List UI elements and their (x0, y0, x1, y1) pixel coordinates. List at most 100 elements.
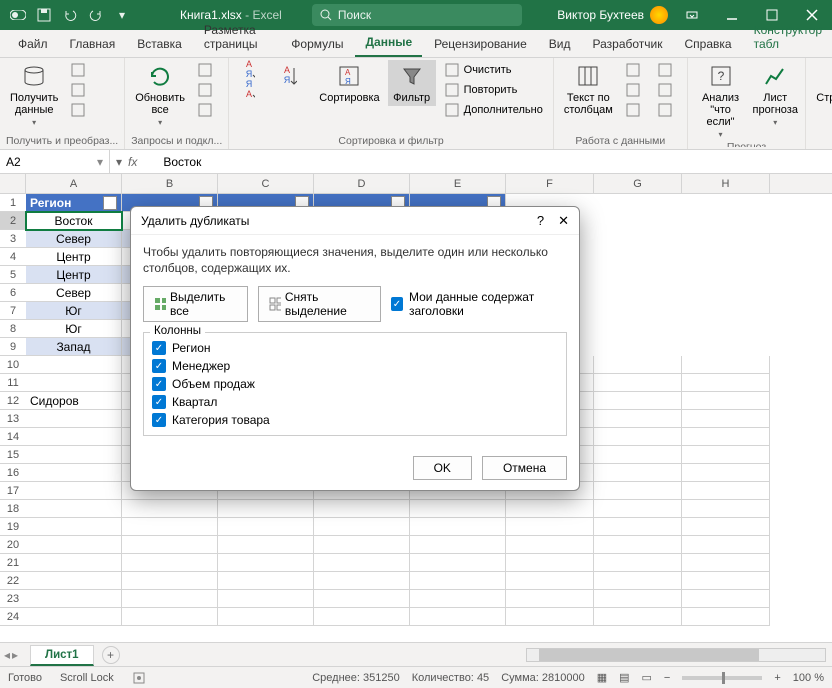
ribbon-small-btn[interactable] (653, 80, 681, 100)
cell[interactable]: Сидоров (26, 392, 122, 410)
column-checkbox-row[interactable]: ✓Категория товара (152, 411, 558, 429)
fx-dropdown-icon[interactable]: ▾ (116, 155, 122, 169)
tab-вставка[interactable]: Вставка (127, 31, 192, 57)
row-header[interactable]: 4 (0, 248, 26, 266)
cell[interactable] (26, 482, 122, 500)
redo-icon[interactable] (84, 3, 108, 27)
cell[interactable] (122, 518, 218, 536)
undo-icon[interactable] (58, 3, 82, 27)
cell[interactable] (594, 392, 682, 410)
cell[interactable] (314, 590, 410, 608)
column-header[interactable]: D (314, 174, 410, 193)
row-header[interactable]: 5 (0, 266, 26, 284)
row-header[interactable]: 7 (0, 302, 26, 320)
add-sheet-button[interactable]: + (102, 646, 120, 664)
ribbon-btn[interactable]: Фильтр (388, 60, 436, 106)
filter-dropdown-icon[interactable]: ▾ (103, 196, 117, 210)
view-pagelayout-icon[interactable]: ▤ (619, 671, 629, 684)
search-box[interactable]: Поиск (312, 4, 522, 26)
column-header[interactable]: A (26, 174, 122, 193)
cell[interactable] (218, 608, 314, 626)
ribbon-btn[interactable]: АЯСортировка (315, 60, 383, 106)
cell[interactable] (682, 554, 770, 572)
cell[interactable] (506, 608, 594, 626)
column-header[interactable]: E (410, 174, 506, 193)
cell[interactable] (26, 500, 122, 518)
cell[interactable] (594, 374, 682, 392)
ribbon-btn[interactable]: ?Анализ "чтоесли"▾ (694, 60, 747, 141)
cell[interactable] (594, 500, 682, 518)
column-header[interactable]: F (506, 174, 594, 193)
cell[interactable] (26, 446, 122, 464)
cell[interactable] (594, 536, 682, 554)
cell[interactable] (410, 590, 506, 608)
ribbon-small-btn[interactable]: Повторить (440, 80, 547, 100)
cell[interactable] (218, 500, 314, 518)
cell[interactable] (410, 518, 506, 536)
cell[interactable] (122, 572, 218, 590)
row-header[interactable]: 20 (0, 536, 26, 554)
cell[interactable] (682, 482, 770, 500)
autosave-toggle[interactable] (6, 3, 30, 27)
tab-данные[interactable]: Данные (355, 29, 422, 57)
cell[interactable] (218, 572, 314, 590)
ribbon-small-btn[interactable] (653, 100, 681, 120)
cell[interactable] (314, 518, 410, 536)
row-header[interactable]: 15 (0, 446, 26, 464)
cell[interactable] (26, 374, 122, 392)
cell[interactable] (122, 608, 218, 626)
cell[interactable] (410, 608, 506, 626)
cell[interactable] (314, 554, 410, 572)
column-checkbox-row[interactable]: ✓Регион (152, 339, 558, 357)
tab-вид[interactable]: Вид (539, 31, 581, 57)
view-pagebreak-icon[interactable]: ▭ (642, 671, 652, 684)
cell[interactable] (506, 500, 594, 518)
row-header[interactable]: 8 (0, 320, 26, 338)
cell[interactable] (122, 590, 218, 608)
row-header[interactable]: 18 (0, 500, 26, 518)
column-header[interactable]: H (682, 174, 770, 193)
cell[interactable] (682, 392, 770, 410)
cell[interactable] (594, 428, 682, 446)
cell[interactable] (594, 608, 682, 626)
cell[interactable] (26, 572, 122, 590)
sheet-nav-prev-icon[interactable]: ◂ (4, 648, 10, 662)
sheet-nav-next-icon[interactable]: ▸ (12, 648, 18, 662)
table-header-cell[interactable]: Регион▾ (26, 194, 122, 212)
row-header[interactable]: 14 (0, 428, 26, 446)
tab-рецензирование[interactable]: Рецензирование (424, 31, 537, 57)
cell[interactable] (26, 536, 122, 554)
row-header[interactable]: 16 (0, 464, 26, 482)
table-cell[interactable]: Центр (26, 248, 122, 266)
cell[interactable] (682, 410, 770, 428)
cell[interactable] (26, 590, 122, 608)
row-header[interactable]: 24 (0, 608, 26, 626)
cell[interactable] (682, 500, 770, 518)
help-icon[interactable]: ? (537, 213, 544, 229)
cancel-button[interactable]: Отмена (482, 456, 567, 480)
table-cell[interactable]: Юг (26, 302, 122, 320)
table-cell[interactable]: Север (26, 230, 122, 248)
ribbon-small-btn[interactable] (66, 100, 94, 120)
cell[interactable] (594, 554, 682, 572)
cell[interactable] (26, 554, 122, 572)
cell[interactable] (682, 590, 770, 608)
row-header[interactable]: 11 (0, 374, 26, 392)
cell[interactable] (218, 536, 314, 554)
cell[interactable] (682, 374, 770, 392)
cell[interactable] (410, 554, 506, 572)
record-macro-icon[interactable] (132, 671, 146, 685)
ribbon-options-icon[interactable] (672, 0, 712, 30)
ribbon-small-btn[interactable] (621, 100, 649, 120)
table-cell[interactable]: Север (26, 284, 122, 302)
row-header[interactable]: 13 (0, 410, 26, 428)
table-cell[interactable]: Запад (26, 338, 122, 356)
zoom-slider[interactable] (682, 676, 762, 680)
ribbon-btn[interactable]: Структура▾ (812, 60, 832, 117)
ribbon-small-btn[interactable]: Очистить (440, 60, 547, 80)
row-header[interactable]: 6 (0, 284, 26, 302)
cell[interactable] (594, 572, 682, 590)
sheet-tab[interactable]: Лист1 (30, 645, 94, 666)
row-header[interactable]: 21 (0, 554, 26, 572)
cell[interactable] (506, 590, 594, 608)
